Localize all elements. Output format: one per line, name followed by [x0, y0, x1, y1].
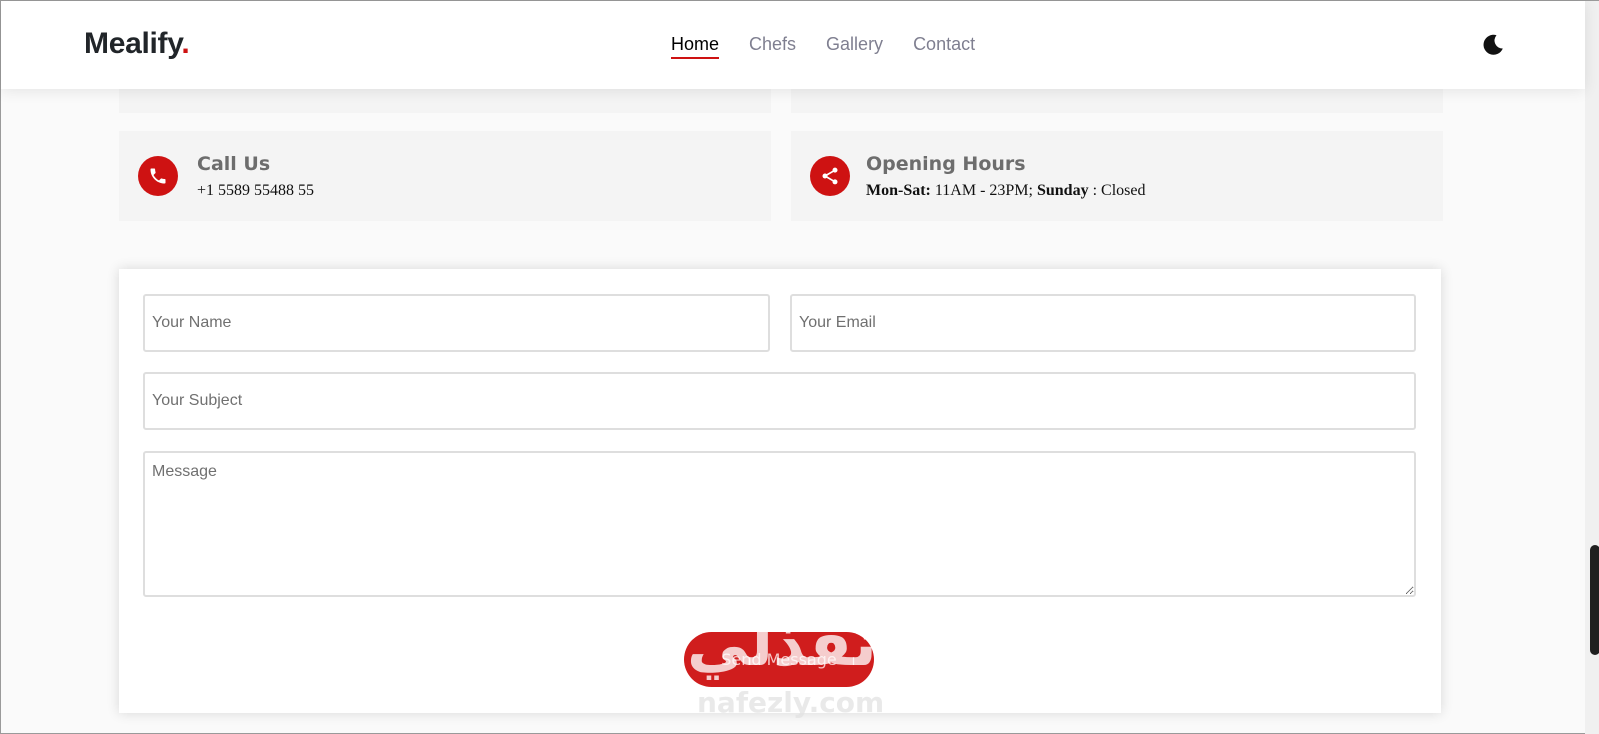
message-textarea[interactable] — [143, 451, 1416, 597]
site-header: Mealify. Home Chefs Gallery Contact — [1, 1, 1585, 89]
name-input[interactable] — [143, 294, 770, 352]
hours-days-time: 11AM - 23PM; — [930, 182, 1037, 199]
hours-text: Mon-Sat: 11AM - 23PM; Sunday : Closed — [866, 182, 1145, 200]
info-card-call: Call Us +1 5589 55488 55 — [119, 131, 771, 221]
main-nav: Home Chefs Gallery Contact — [671, 34, 1005, 59]
share-icon — [810, 156, 850, 196]
subject-input[interactable] — [143, 372, 1416, 430]
site-logo[interactable]: Mealify. — [84, 27, 190, 61]
nav-contact[interactable]: Contact — [913, 34, 975, 59]
hours-title: Opening Hours — [866, 153, 1026, 175]
hours-sunday-status: : Closed — [1088, 182, 1146, 199]
hours-sunday-label: Sunday — [1036, 182, 1089, 199]
send-message-button[interactable]: Send Message — [684, 632, 874, 687]
call-title: Call Us — [197, 153, 271, 175]
contact-form: Send Message — [119, 269, 1441, 713]
phone-icon — [138, 156, 178, 196]
nav-home[interactable]: Home — [671, 34, 720, 59]
call-phone: +1 5589 55488 55 — [197, 182, 315, 199]
nav-chefs[interactable]: Chefs — [749, 34, 796, 59]
info-card-hours: Opening Hours Mon-Sat: 11AM - 23PM; Sund… — [791, 131, 1443, 221]
email-input[interactable] — [790, 294, 1416, 352]
logo-dot: . — [181, 27, 190, 60]
logo-text: Mealify — [84, 27, 182, 60]
moon-icon[interactable] — [1481, 33, 1505, 57]
scrollbar-thumb[interactable] — [1590, 545, 1599, 655]
hours-days-label: Mon-Sat: — [866, 182, 931, 199]
nav-gallery[interactable]: Gallery — [826, 34, 883, 59]
